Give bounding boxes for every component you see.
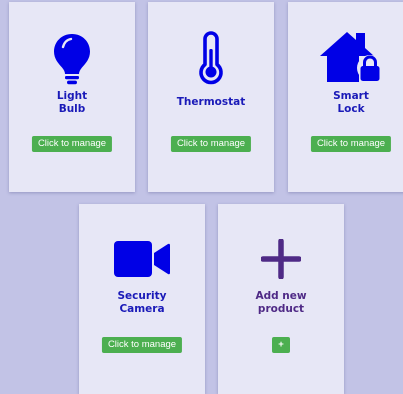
product-label: Smart Lock bbox=[333, 90, 369, 115]
manage-security-camera-button[interactable]: Click to manage bbox=[101, 337, 183, 353]
manage-thermostat-button[interactable]: Click to manage bbox=[170, 136, 252, 152]
manage-light-bulb-button[interactable]: Click to manage bbox=[31, 136, 113, 152]
add-product-label: Add new product bbox=[255, 290, 307, 315]
house-lock-icon bbox=[288, 30, 403, 86]
add-product-button[interactable]: + bbox=[272, 337, 290, 353]
manage-smart-lock-button[interactable]: Click to manage bbox=[310, 136, 392, 152]
product-card-light-bulb: Light Bulb Click to manage bbox=[9, 2, 135, 192]
product-label: Security Camera bbox=[117, 290, 167, 315]
product-card-thermostat: Thermostat Click to manage bbox=[148, 2, 274, 192]
product-card-smart-lock: Smart Lock Click to manage bbox=[288, 2, 403, 192]
product-card-security-camera: Security Camera Click to manage bbox=[79, 204, 205, 394]
video-camera-icon bbox=[79, 238, 205, 280]
plus-icon bbox=[218, 239, 344, 279]
lightbulb-icon bbox=[9, 32, 135, 86]
add-product-card: Add new product + bbox=[218, 204, 344, 394]
thermometer-icon bbox=[148, 31, 274, 85]
product-label: Light Bulb bbox=[56, 90, 88, 115]
product-label: Thermostat bbox=[176, 96, 246, 108]
